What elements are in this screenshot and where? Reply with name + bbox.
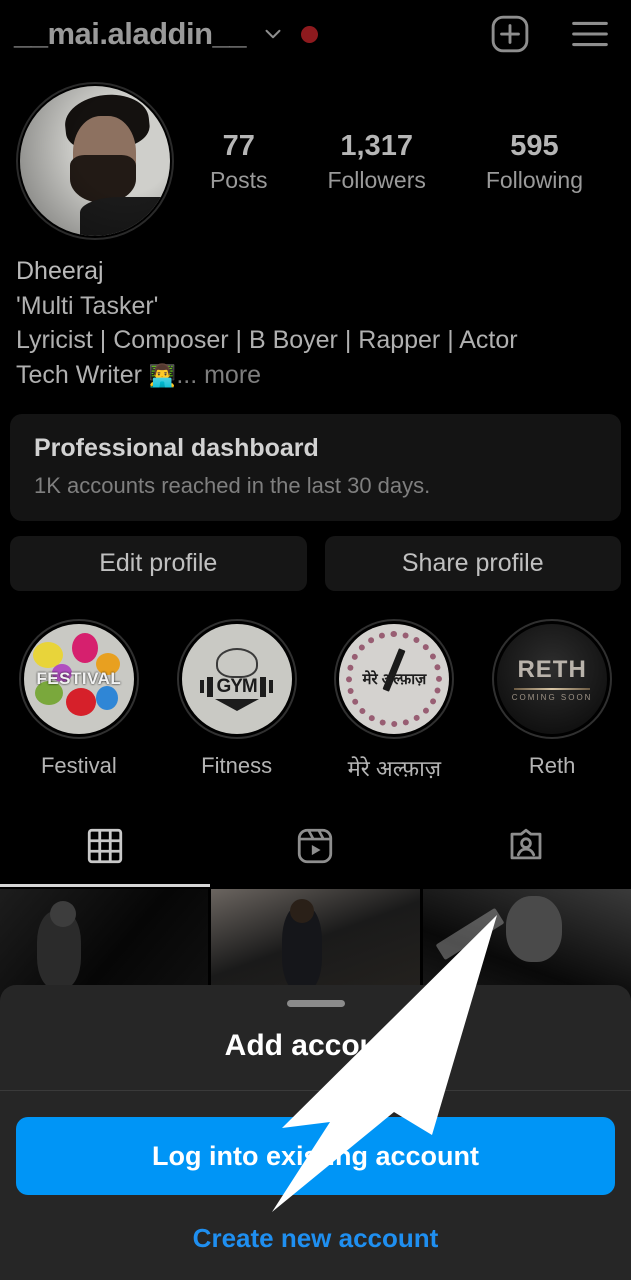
gym-weight-left-inner — [207, 676, 214, 697]
profile-bio: Dheeraj 'Multi Tasker' Lyricist | Compos… — [0, 240, 631, 392]
gym-chevron-shape — [214, 698, 259, 711]
stat-posts-label: Posts — [209, 167, 268, 194]
gym-weight-right-inner — [259, 676, 266, 697]
bio-more-link[interactable]: ... more — [176, 361, 261, 389]
reth-cover-subtext: COMING SOON — [511, 693, 593, 702]
gym-muscle-icon — [215, 647, 258, 678]
stat-followers[interactable]: 1,317 Followers — [327, 128, 425, 194]
highlight-festival-label: Festival — [40, 753, 117, 778]
log-into-existing-account-button[interactable]: Log into existing account — [16, 1117, 615, 1195]
story-highlights: FESTIVAL Festival GYM Fitness मेरे अल्फ़… — [0, 591, 631, 783]
highlight-festival-ring: FESTIVAL — [18, 619, 139, 739]
reth-divider-line — [514, 688, 591, 690]
festival-cover-text: FESTIVAL — [36, 669, 122, 688]
sheet-divider — [0, 1090, 631, 1091]
bio-display-name: Dheeraj — [16, 257, 104, 285]
account-username[interactable]: __mai.aladdin__ — [14, 16, 247, 52]
stat-following-value: 595 — [510, 129, 559, 162]
share-profile-button[interactable]: Share profile — [324, 536, 621, 591]
tab-tagged[interactable] — [421, 815, 631, 877]
reth-cover-text: RETH — [517, 656, 587, 683]
highlight-reth-ring: RETH COMING SOON — [492, 619, 613, 739]
highlight-alfaaz-ring: मेरे अल्फ़ाज़ — [334, 619, 455, 739]
bio-line-3: Lyricist | Composer | B Boyer | Rapper |… — [16, 326, 518, 354]
stat-following[interactable]: 595 Following — [486, 128, 583, 194]
chevron-down-icon[interactable] — [260, 21, 286, 47]
highlight-fitness-ring: GYM — [176, 619, 297, 739]
stat-following-label: Following — [485, 167, 583, 194]
highlight-reth-label: Reth — [528, 753, 576, 778]
stat-posts-value: 77 — [222, 129, 255, 162]
gym-weight-right-outer — [268, 680, 273, 693]
profile-summary-row: 77 Posts 1,317 Followers 595 Following — [0, 68, 631, 240]
edit-profile-button[interactable]: Edit profile — [10, 536, 307, 591]
highlight-alfaaz[interactable]: मेरे अल्फ़ाज़ मेरे अल्फ़ाज़ — [316, 619, 474, 783]
avatar[interactable] — [16, 82, 174, 240]
gym-barbell-row: GYM — [200, 675, 273, 698]
gym-cover-text: GYM — [216, 675, 257, 697]
active-tab-indicator — [0, 884, 211, 887]
bio-line-2: 'Multi Tasker' — [16, 291, 159, 320]
dashboard-title: Professional dashboard — [34, 434, 319, 462]
professional-dashboard-card[interactable]: Professional dashboard 1K accounts reach… — [10, 414, 621, 521]
avatar-image — [20, 86, 170, 236]
dashboard-subtitle: 1K accounts reached in the last 30 days. — [34, 473, 431, 498]
gym-weight-left-outer — [200, 680, 205, 693]
hamburger-menu-icon[interactable] — [567, 11, 613, 57]
profile-tabs — [0, 815, 631, 887]
grid-icon — [88, 828, 123, 864]
profile-action-buttons: Edit profile Share profile — [0, 521, 631, 591]
new-post-badge — [301, 25, 319, 43]
highlight-fitness-label: Fitness — [201, 753, 273, 778]
create-new-account-link[interactable]: Create new account — [0, 1223, 631, 1254]
add-account-bottom-sheet: Add account Log into existing account Cr… — [0, 985, 631, 1280]
bio-line-4-text: Tech Writer — [16, 360, 149, 389]
gym-highlight-cover: GYM — [181, 624, 292, 734]
tab-grid[interactable] — [0, 815, 211, 887]
plus-square-icon[interactable] — [487, 11, 533, 57]
reth-highlight-cover: RETH COMING SOON — [497, 624, 608, 734]
drag-handle[interactable] — [286, 1000, 345, 1007]
festival-highlight-cover: FESTIVAL — [23, 624, 134, 734]
highlight-alfaaz-label: मेरे अल्फ़ाज़ — [347, 756, 442, 781]
sheet-title: Add account — [224, 1029, 407, 1062]
tagged-person-icon — [510, 828, 542, 860]
top-header: __mai.aladdin__ — [0, 0, 631, 68]
instagram-profile-screen: __mai.aladdin__ 77 Posts 1,317 Followers… — [0, 0, 631, 1280]
profile-stats: 77 Posts 1,317 Followers 595 Following — [174, 128, 613, 194]
highlight-festival[interactable]: FESTIVAL Festival — [0, 619, 158, 783]
bio-line-4: Tech Writer 👨‍💻... more — [16, 358, 615, 393]
alfaaz-cover-text: मेरे अल्फ़ाज़ — [362, 671, 427, 688]
alfaaz-highlight-cover: मेरे अल्फ़ाज़ — [339, 624, 450, 734]
highlight-reth[interactable]: RETH COMING SOON Reth — [473, 619, 631, 783]
highlight-fitness[interactable]: GYM Fitness — [158, 619, 316, 783]
technologist-emoji-icon: 👨‍💻 — [148, 362, 177, 388]
stat-followers-label: Followers — [327, 167, 426, 194]
tab-reels[interactable] — [210, 815, 420, 877]
avatar-shading — [20, 86, 170, 236]
stat-followers-value: 1,317 — [340, 129, 413, 162]
reels-icon — [298, 828, 333, 864]
stat-posts[interactable]: 77 Posts — [210, 128, 268, 194]
